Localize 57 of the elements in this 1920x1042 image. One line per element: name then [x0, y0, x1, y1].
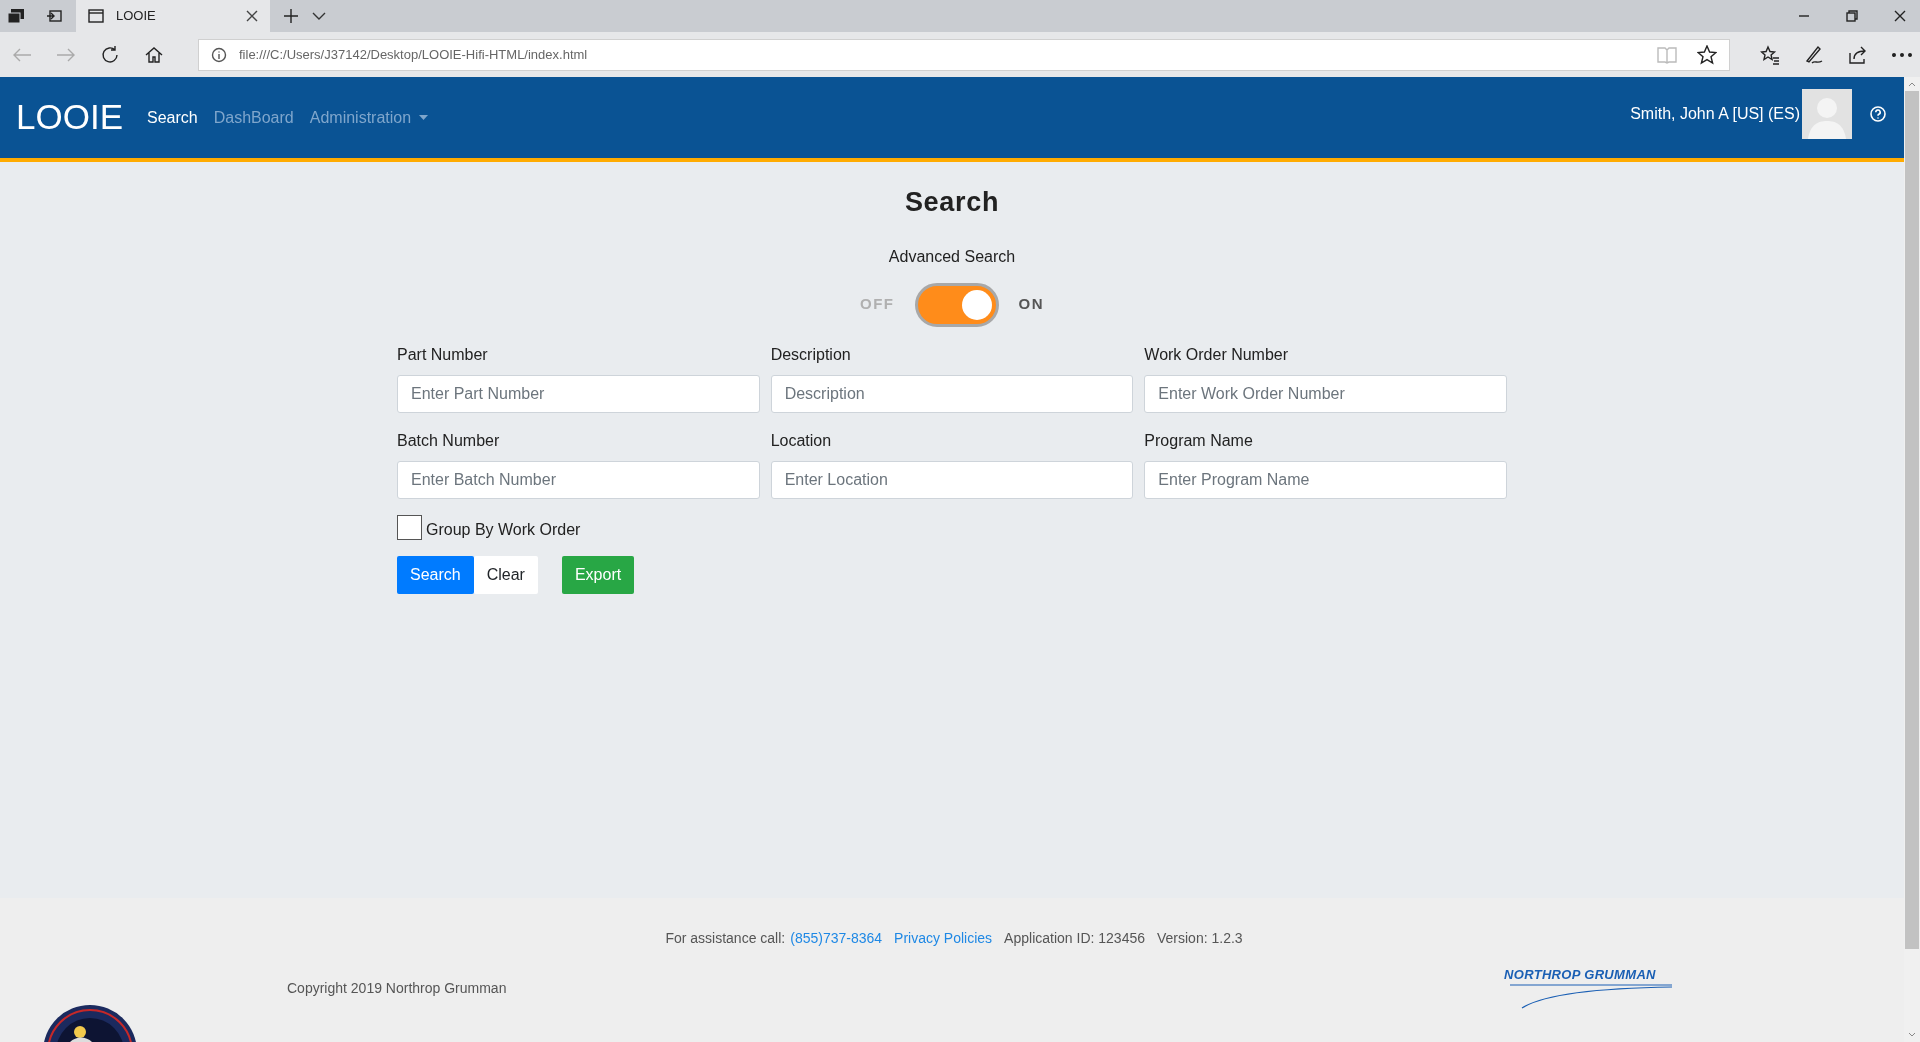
input-field[interactable]: Enter Location: [770, 460, 1134, 499]
url-text: file:///C:/Users/J37142/Desktop/LOOIE-Hifi-HTML/index.html: [239, 45, 589, 64]
field-label: Program Name: [1144, 430, 1254, 451]
nav-dropdown[interactable]: Administration: [309, 105, 429, 130]
advanced-search-label: Advanced Search: [888, 246, 1016, 267]
action-button[interactable]: Search: [397, 555, 474, 594]
help-icon[interactable]: [1870, 105, 1886, 122]
browser-tab[interactable]: LOOIE: [76, 0, 270, 32]
set-aside-tabs-icon[interactable]: [46, 9, 62, 23]
phone-link[interactable]: (855)737-8364: [790, 928, 883, 949]
application-id: Application ID: 123456: [1004, 929, 1145, 948]
on-label: ON: [1018, 294, 1044, 315]
restore-icon[interactable]: [1846, 10, 1858, 22]
checkbox[interactable]: [397, 514, 422, 540]
new-tab-icon[interactable]: [284, 9, 298, 23]
scrollbar-thumb[interactable]: [1905, 91, 1919, 949]
refresh-icon[interactable]: [100, 44, 120, 65]
action-button[interactable]: Clear: [473, 555, 538, 594]
page-icon: [88, 9, 104, 23]
version-text: Version: 1.2.3: [1157, 929, 1243, 948]
emblem-icon: [42, 1004, 138, 1042]
more-icon[interactable]: [1892, 51, 1912, 58]
caret-icon: [419, 115, 429, 120]
field-label: Location: [770, 430, 833, 451]
address-bar[interactable]: file:///C:/Users/J37142/Desktop/LOOIE-Hifi-HTML/index.html: [198, 38, 1730, 71]
star-icon[interactable]: [1697, 44, 1717, 65]
pen-icon[interactable]: [1804, 44, 1824, 65]
input-field[interactable]: Enter Part Number: [397, 374, 760, 413]
tab-manager-icon[interactable]: [8, 9, 24, 23]
field-label: Description: [770, 344, 852, 365]
home-icon[interactable]: [144, 44, 164, 65]
user-name: Smith, John A [US] (ES): [1630, 103, 1800, 124]
close-icon[interactable]: [246, 10, 258, 22]
nav-link[interactable]: Search: [147, 105, 198, 130]
copyright-text: Copyright 2019 Northrop Grumman: [287, 979, 507, 998]
brand-logo[interactable]: LOOIE: [16, 91, 123, 144]
input-field[interactable]: Enter Work Order Number: [1144, 374, 1507, 413]
info-icon[interactable]: [211, 46, 227, 63]
advanced-search-toggle[interactable]: [914, 282, 999, 327]
nav-link[interactable]: DashBoard: [213, 105, 294, 130]
field-label: Work Order Number: [1144, 344, 1290, 365]
field-label: Batch Number: [397, 430, 501, 451]
input-field[interactable]: Description: [770, 374, 1134, 413]
company-logo: NORTHROP GRUMMAN: [1504, 965, 1674, 1010]
assistance-text: For assistance call:: [665, 929, 786, 948]
off-label: OFF: [860, 294, 895, 315]
page-title: Search: [904, 186, 1000, 219]
action-button[interactable]: Export: [561, 555, 635, 594]
field-label: Part Number: [397, 344, 489, 365]
privacy-link[interactable]: Privacy Policies: [894, 928, 993, 949]
share-icon[interactable]: [1848, 44, 1868, 65]
input-field[interactable]: Enter Program Name: [1144, 460, 1507, 499]
favorites-icon[interactable]: [1760, 44, 1780, 65]
close-window-icon[interactable]: [1894, 10, 1906, 22]
tab-title: LOOIE: [116, 7, 157, 26]
input-field[interactable]: Enter Batch Number: [397, 460, 760, 499]
checkbox-label: Group By Work Order: [426, 519, 581, 540]
